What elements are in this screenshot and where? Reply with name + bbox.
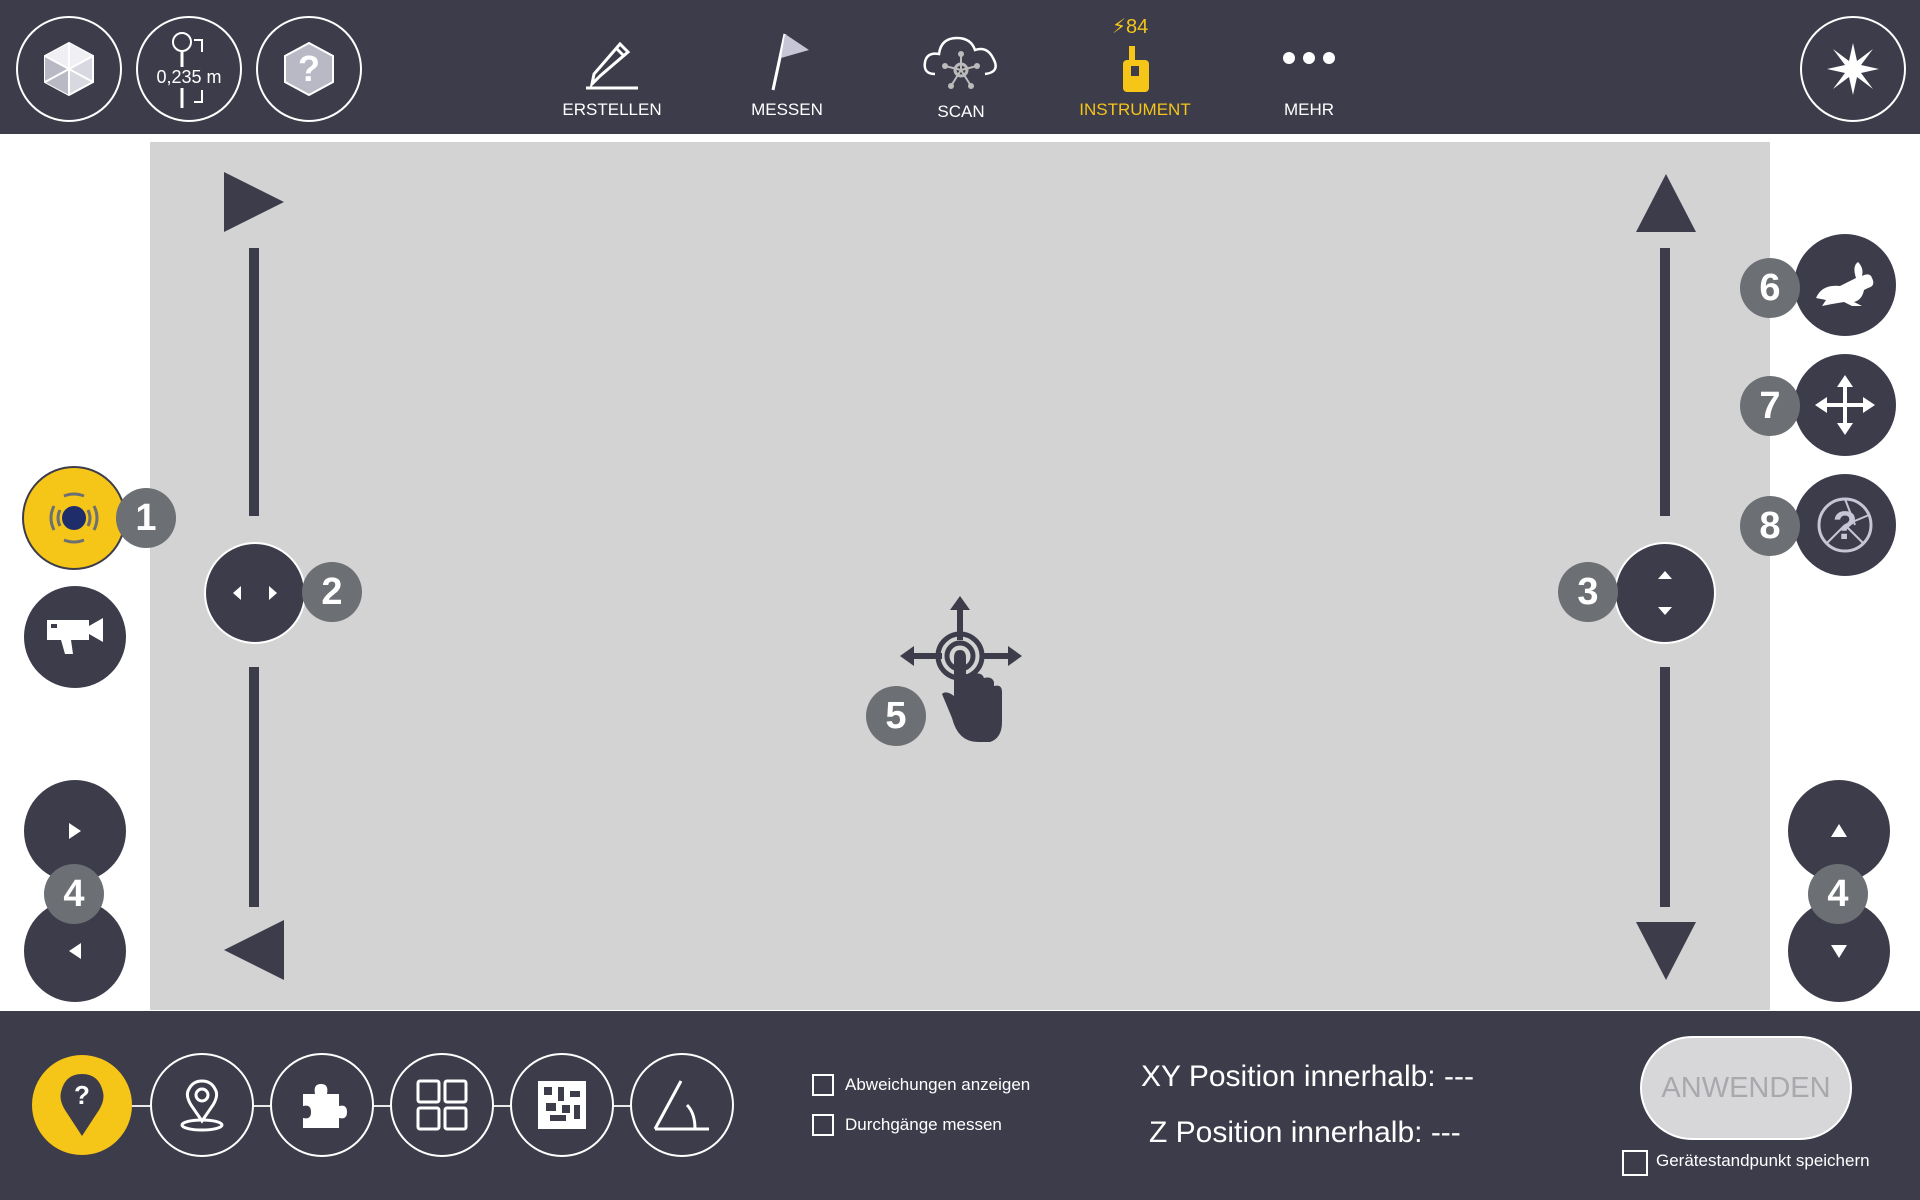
more-icon [1283, 52, 1335, 64]
callout-badge-5: 5 [866, 686, 926, 746]
grid-view-button[interactable] [390, 1053, 494, 1157]
triangle-down-icon [1831, 945, 1847, 958]
vertical-jog-knob[interactable] [1614, 542, 1716, 644]
rotate-right-arrow-icon[interactable] [222, 170, 286, 234]
cube-icon [44, 41, 94, 97]
save-station-label: Gerätestandpunkt speichern [1656, 1151, 1870, 1170]
move-arrows-icon [1815, 375, 1875, 435]
nav-scan[interactable]: SCAN [886, 22, 1036, 122]
save-station-checkbox[interactable] [1622, 1150, 1648, 1176]
battery-value: 84 [1126, 16, 1149, 38]
horizontal-jog-track-upper[interactable] [249, 248, 259, 516]
xy-position-status: XY Position innerhalb: --- [1141, 1060, 1474, 1093]
help-pin-button[interactable]: ? [32, 1055, 132, 1155]
nav-mehr[interactable]: MEHR [1234, 22, 1384, 122]
tracking-icon [49, 492, 99, 544]
svg-text:?: ? [74, 1080, 90, 1110]
nav-mehr-label: MEHR [1283, 100, 1335, 119]
nav-erstellen-label: ERSTELLEN [562, 100, 662, 119]
target-height-button[interactable]: 0,235 m [136, 16, 242, 122]
passes-checkbox[interactable] [812, 1114, 834, 1136]
nav-erstellen[interactable]: ERSTELLEN [537, 22, 687, 122]
lightning-icon: ⚡ [1112, 16, 1127, 38]
triangle-up-icon [1831, 824, 1847, 837]
angle-icon [653, 1080, 709, 1131]
help-pin-icon: ? [60, 1074, 104, 1136]
svg-text:?: ? [298, 48, 320, 89]
callout-badge-7: 7 [1740, 376, 1800, 436]
horizontal-jog-track-lower[interactable] [249, 667, 259, 907]
help-cube-button[interactable]: ? [256, 16, 362, 122]
passes-checkbox-label: Durchgänge messen [845, 1115, 1002, 1134]
up-down-arrows-icon [1658, 571, 1672, 615]
rabbit-icon [1816, 262, 1874, 306]
tracking-button[interactable] [22, 466, 126, 570]
left-right-arrows-icon [233, 586, 277, 600]
battery-indicator: ⚡84 [1112, 14, 1148, 39]
video-camera-icon [47, 618, 103, 654]
camera-viewport[interactable] [150, 142, 1770, 1010]
play-right-icon [69, 823, 81, 839]
callout-badge-4-left: 4 [44, 864, 104, 924]
vertical-jog-track-upper[interactable] [1660, 248, 1670, 516]
grid-icon [416, 1079, 468, 1131]
camera-button[interactable] [24, 586, 126, 688]
callout-badge-8: 8 [1740, 496, 1800, 556]
z-position-status: Z Position innerhalb: --- [1149, 1116, 1461, 1149]
flag-icon [771, 33, 809, 91]
location-pin-button[interactable] [150, 1053, 254, 1157]
rotate-left-arrow-icon[interactable] [222, 918, 286, 982]
puzzle-icon [303, 1084, 347, 1128]
cloud-scan-icon [923, 36, 997, 89]
callout-badge-2: 2 [302, 562, 362, 622]
qr-code-icon [538, 1081, 586, 1129]
tilt-down-arrow-icon[interactable] [1634, 920, 1698, 982]
laser-button[interactable] [1800, 16, 1906, 122]
view-cube-button[interactable] [16, 16, 122, 122]
deviations-checkbox[interactable] [812, 1074, 834, 1096]
help-cube-icon: ? [284, 41, 334, 97]
play-left-icon [69, 943, 81, 959]
instrument-icon [1123, 46, 1149, 92]
laser-star-icon [1827, 43, 1879, 95]
aperture-help-button[interactable]: ? [1794, 474, 1896, 576]
qr-target-button[interactable] [510, 1053, 614, 1157]
vertical-jog-track-lower[interactable] [1660, 667, 1670, 907]
deviations-checkbox-label: Abweichungen anzeigen [845, 1075, 1031, 1094]
pencil-icon [586, 41, 638, 90]
nav-scan-label: SCAN [937, 102, 985, 121]
location-pin-icon [180, 1079, 224, 1132]
top-toolbar: 0,235 m ? ERSTELLEN MESSEN SCAN ⚡84 INST… [0, 0, 1920, 134]
aperture-help-icon: ? [1817, 497, 1873, 553]
horizontal-jog-knob[interactable] [204, 542, 306, 644]
callout-badge-4-right: 4 [1808, 864, 1868, 924]
callout-badge-3: 3 [1558, 562, 1618, 622]
move-mode-button[interactable] [1794, 354, 1896, 456]
plugin-button[interactable] [270, 1053, 374, 1157]
nav-messen-label: MESSEN [751, 100, 823, 119]
svg-text:?: ? [1833, 504, 1857, 548]
scale-value: 0,235 m [156, 66, 222, 88]
speed-fast-button[interactable] [1794, 234, 1896, 336]
nav-messen[interactable]: MESSEN [712, 22, 862, 122]
callout-badge-6: 6 [1740, 258, 1800, 318]
nav-instrument-label: INSTRUMENT [1079, 100, 1191, 119]
callout-badge-1: 1 [116, 488, 176, 548]
tilt-up-arrow-icon[interactable] [1634, 172, 1698, 234]
angle-tool-button[interactable] [630, 1053, 734, 1157]
apply-button[interactable]: ANWENDEN [1640, 1036, 1852, 1140]
nav-instrument[interactable]: ⚡84 INSTRUMENT [1060, 16, 1210, 122]
